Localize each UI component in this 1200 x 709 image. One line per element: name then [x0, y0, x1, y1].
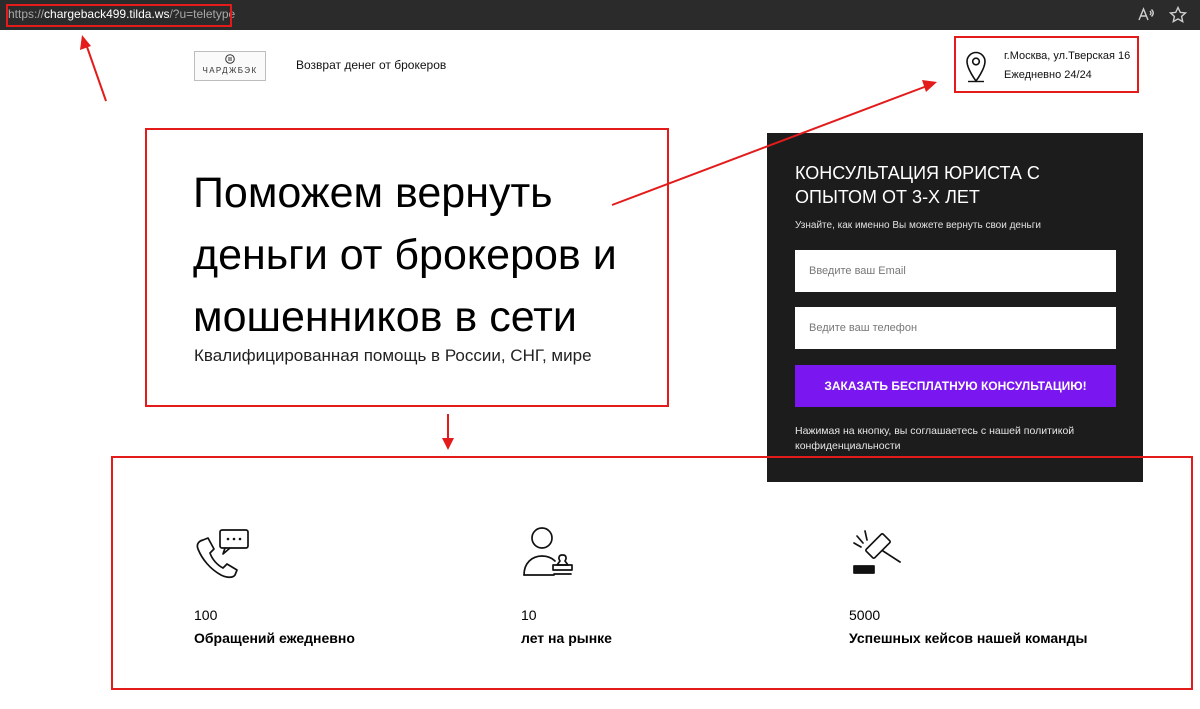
- form-title-line: ОПЫТОМ ОТ 3-Х ЛЕТ: [795, 187, 980, 207]
- url-protocol: https://: [8, 7, 45, 21]
- hero-title-line: мошенников в сети: [193, 293, 577, 341]
- phone-input[interactable]: [795, 307, 1116, 349]
- email-input[interactable]: [795, 250, 1116, 292]
- form-title-line: КОНСУЛЬТАЦИЯ ЮРИСТА С: [795, 163, 1040, 183]
- logo-text: ЧАРДЖБЭК: [202, 66, 258, 75]
- url-path: /?u=teletype: [169, 7, 236, 21]
- url-field[interactable]: https://chargeback499.tilda.ws/?u=telety…: [8, 7, 235, 21]
- order-consultation-button[interactable]: ЗАКАЗАТЬ БЕСПЛАТНУЮ КОНСУЛЬТАЦИЮ!: [795, 365, 1116, 407]
- url-host: chargeback499.tilda.ws: [44, 7, 170, 21]
- form-title: КОНСУЛЬТАЦИЯ ЮРИСТА С ОПЫТОМ ОТ 3-Х ЛЕТ: [795, 161, 1125, 209]
- hero-title-line: Поможем вернуть: [193, 169, 553, 217]
- hero-title-line: деньги от брокеров и: [193, 231, 617, 279]
- favorite-star-icon[interactable]: [1168, 5, 1188, 25]
- location-pin-icon: [966, 51, 986, 83]
- privacy-consent-note: Нажимая на кнопку, вы соглашаетесь с наш…: [795, 425, 1075, 452]
- consultation-form: КОНСУЛЬТАЦИЯ ЮРИСТА С ОПЫТОМ ОТ 3-Х ЛЕТ …: [767, 133, 1143, 482]
- hero-title: Поможем вернуть деньги от брокеров и мош…: [193, 162, 673, 348]
- browser-address-bar: https://chargeback499.tilda.ws/?u=telety…: [0, 0, 1200, 30]
- stat-value: 10: [521, 607, 537, 623]
- annotation-box-stats: [111, 456, 1193, 690]
- address-text: г.Москва, ул.Тверская 16: [1004, 50, 1131, 62]
- working-hours-text: Ежедневно 24/24: [1004, 69, 1092, 81]
- stat-value: 5000: [849, 607, 881, 623]
- stat-value: 100: [194, 607, 218, 623]
- phone-chat-icon: [193, 528, 251, 580]
- hero-subtitle: Квалифицированная помощь в России, СНГ, …: [194, 346, 592, 365]
- stat-label: Обращений ежедневно: [194, 630, 355, 646]
- site-tagline: Возврат денег от брокеров: [296, 58, 447, 72]
- stat-label: Успешных кейсов нашей команды: [849, 630, 1088, 646]
- stat-label: лет на рынке: [521, 630, 612, 646]
- logo-emblem-icon: [225, 54, 235, 64]
- form-description: Узнайте, как именно Вы можете вернуть св…: [795, 220, 1041, 231]
- gavel-icon: [848, 526, 906, 578]
- lawyer-stamp-icon: [520, 525, 578, 577]
- site-logo[interactable]: ЧАРДЖБЭК: [194, 51, 266, 81]
- read-aloud-icon[interactable]: [1136, 5, 1156, 25]
